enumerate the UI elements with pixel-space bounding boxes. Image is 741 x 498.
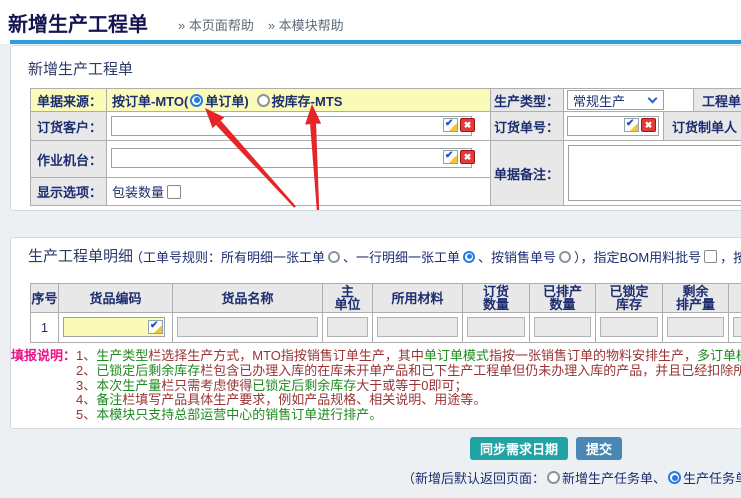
note-line-3: 3、本次生产量栏只需考虑使得已锁定后剩余库存大于或等于0即可； — [11, 379, 741, 394]
source-options: 按订单-MTO( 单订单) 按库存-MTS — [106, 88, 491, 112]
radio-rule-one-per-line[interactable] — [463, 251, 475, 263]
header-divider — [10, 40, 741, 44]
remark-label: 单据备注： — [490, 140, 564, 206]
note-line-2: 2、已锁定后剩余库存栏包含已办理入库的在库未开单产品和已下生产工程单但仍未办理入… — [11, 364, 741, 379]
source-label: 单据来源： — [30, 88, 107, 112]
display-option-pack-qty-label: 包装数量 — [112, 182, 164, 201]
source-mto-text: 按订单-MTO( — [112, 91, 188, 110]
col-header-seq: 序号 — [30, 283, 59, 313]
machine-input[interactable] — [111, 148, 472, 168]
row-seq: 1 — [30, 312, 59, 343]
machine-label: 作业机台： — [30, 140, 107, 178]
customer-pick-icon[interactable] — [443, 118, 458, 132]
lockable-stock-input — [733, 317, 741, 337]
col-header-item-code: 货品编码 — [58, 283, 173, 313]
radio-return-new-task[interactable] — [547, 471, 560, 484]
help-link-page[interactable]: » 本页面帮助 — [178, 15, 254, 34]
note-text-5: 5、本模块只支持总部运营中心的销售订单进行排产。 — [76, 407, 382, 422]
note-line-5: 5、本模块只支持总部运营中心的销售订单进行排产。 — [11, 408, 741, 423]
machine-icons — [443, 150, 475, 164]
section-title-new-order: 新增生产工程单 — [28, 58, 133, 79]
order-no-label: 订货单号： — [490, 111, 564, 141]
return-prefix: （新增后默认返回页面： — [402, 468, 545, 487]
rule-suffix: ），指定BOM用料批号 — [574, 247, 701, 266]
display-options-cell: 包装数量 — [106, 177, 491, 206]
radio-single-order[interactable] — [190, 94, 203, 107]
prod-type-label: 生产类型： — [490, 88, 564, 112]
machine-clear-icon[interactable] — [460, 150, 475, 164]
note-line-4: 4、备注栏填写产品具体生产要求，例如产品规格、相关说明、用途等。 — [11, 393, 741, 408]
item-name-input — [177, 317, 318, 337]
col-header-locked-stock: 已锁定 库存 — [595, 283, 663, 313]
order-no-clear-icon[interactable] — [641, 118, 656, 132]
col-header-material: 所用材料 — [372, 283, 463, 313]
material-input — [377, 317, 458, 337]
submit-button[interactable]: 提交 — [576, 437, 622, 460]
pack-qty-checkbox[interactable] — [167, 185, 181, 199]
work-order-no-label: 工程单号 — [693, 88, 741, 112]
help-link-module[interactable]: » 本模块帮助 — [268, 15, 344, 34]
rule-opt2: 、一行明细一张工单 — [343, 247, 460, 266]
source-single-order-label: 单订单) — [205, 91, 248, 110]
note-text-1: 1、生产类型栏选择生产方式，MTO指按销售订单生产，其中单订单模式指按一张销售订… — [76, 348, 741, 363]
radio-mts[interactable] — [257, 94, 270, 107]
customer-label: 订货客户： — [30, 111, 107, 141]
unit-input — [327, 317, 368, 337]
col-header-lockable-stock: 库存可 锁定量 — [728, 283, 741, 313]
order-qty-input — [467, 317, 525, 337]
rule-prefix: （工单号规则：所有明细一张工单 — [130, 247, 325, 266]
page-title: 新增生产工程单 — [8, 8, 148, 37]
remark-textarea[interactable] — [568, 145, 741, 201]
rule-opt3: 、按销售单号 — [478, 247, 556, 266]
fill-instructions-label: 填报说明： — [11, 348, 76, 363]
sync-demand-date-button[interactable]: 同步需求日期 — [470, 437, 568, 460]
source-mts-label: 按库存-MTS — [272, 91, 343, 110]
note-line-1: 填报说明：1、生产类型栏选择生产方式，MTO指按销售订单生产，其中单订单模式指按… — [11, 349, 741, 364]
fill-instructions: 填报说明：1、生产类型栏选择生产方式，MTO指按销售订单生产，其中单订单模式指按… — [11, 349, 741, 423]
rule-tail: ，按 — [720, 247, 741, 266]
help-links: » 本页面帮助 » 本模块帮助 — [178, 15, 344, 34]
order-no-pick-icon[interactable] — [624, 118, 639, 132]
chevron-down-icon — [648, 94, 658, 104]
scheduled-qty-input — [534, 317, 591, 337]
order-maker-label: 订货制单人 — [663, 111, 741, 141]
machine-pick-icon[interactable] — [443, 150, 458, 164]
col-header-unit: 主 单位 — [322, 283, 373, 313]
work-order-rule-bar: （工单号规则：所有明细一张工单 、一行明细一张工单 、按销售单号 ），指定BOM… — [130, 247, 741, 266]
col-header-scheduled-qty: 已排产 数量 — [529, 283, 596, 313]
customer-icons — [443, 118, 475, 132]
note-text-3: 3、本次生产量栏只需考虑使得已锁定后剩余库存大于或等于0即可； — [76, 378, 468, 393]
page: 新增生产工程单 » 本页面帮助 » 本模块帮助 新增生产工程单 单据来源： 按订… — [0, 0, 741, 498]
bom-batch-checkbox[interactable] — [704, 250, 717, 263]
customer-input[interactable] — [111, 116, 472, 136]
note-text-4: 4、备注栏填写产品具体生产要求，例如产品规格、相关说明、用途等。 — [76, 392, 486, 407]
col-header-order-qty: 订货 数量 — [462, 283, 530, 313]
locked-stock-input — [600, 317, 658, 337]
section-title-detail: 生产工程单明细 — [28, 245, 133, 266]
prod-type-value: 常规生产 — [573, 91, 625, 110]
return-page-options: （新增后默认返回页面： 新增生产任务单、 生产任务单管理） — [402, 468, 741, 487]
display-options-label: 显示选项： — [30, 177, 107, 206]
return-opt1-label: 新增生产任务单、 — [562, 468, 666, 487]
return-opt2-label: 生产任务单管理） — [683, 468, 741, 487]
radio-rule-all-one[interactable] — [328, 251, 340, 263]
customer-clear-icon[interactable] — [460, 118, 475, 132]
col-header-item-name: 货品名称 — [172, 283, 323, 313]
remaining-qty-input — [667, 317, 724, 337]
order-no-icons — [624, 118, 656, 132]
note-text-2: 2、已锁定后剩余库存栏包含已办理入库的在库未开单产品和已下生产工程单但仍未办理入… — [76, 363, 741, 378]
item-code-pick-icon[interactable] — [148, 320, 163, 334]
col-header-remaining-qty: 剩余 排产量 — [662, 283, 729, 313]
prod-type-select[interactable]: 常规生产 — [567, 90, 664, 110]
radio-return-task-manage[interactable] — [668, 471, 681, 484]
radio-rule-by-sales-no[interactable] — [559, 251, 571, 263]
